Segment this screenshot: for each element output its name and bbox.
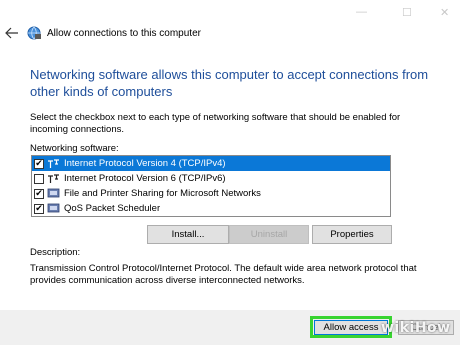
uninstall-button[interactable]: Uninstall [229, 225, 309, 244]
list-item[interactable]: ✔ Internet Protocol Version 4 (TCP/IPv4) [32, 156, 390, 171]
networking-software-label: Networking software: [30, 143, 119, 154]
list-item-label: File and Printer Sharing for Microsoft N… [64, 188, 261, 199]
instruction-text: Select the checkbox next to each type of… [30, 112, 401, 135]
list-item-label: Internet Protocol Version 4 (TCP/IPv4) [64, 158, 226, 169]
protocol-icon [48, 159, 59, 168]
checked-checkbox[interactable]: ✔ [34, 188, 44, 199]
unchecked-checkbox[interactable] [34, 173, 44, 184]
page-heading: Networking software allows this computer… [30, 67, 429, 99]
service-icon [47, 188, 60, 198]
protocol-icon [48, 174, 59, 183]
properties-button[interactable]: Properties [312, 225, 392, 244]
networking-software-list[interactable]: ✔ Internet Protocol Version 4 (TCP/IPv4) I… [31, 155, 391, 217]
checked-checkbox[interactable]: ✔ [34, 158, 44, 169]
list-item[interactable]: ✔ QoS Packet Scheduler [32, 201, 390, 216]
description-text: Transmission Control Protocol/Internet P… [30, 263, 417, 286]
install-button[interactable]: Install... [147, 225, 229, 244]
list-item-label: QoS Packet Scheduler [64, 203, 161, 214]
list-item[interactable]: ✔ File and Printer Sharing for Microsoft … [32, 186, 390, 201]
window-title: Allow connections to this computer [47, 28, 201, 39]
close-button[interactable]: ✕ [440, 6, 449, 19]
maximize-button[interactable]: ☐ [402, 6, 412, 19]
description-label: Description: [30, 247, 81, 258]
allow-access-button[interactable]: Allow access [314, 320, 388, 335]
list-item-label: Internet Protocol Version 6 (TCP/IPv6) [64, 173, 226, 184]
service-icon [47, 203, 60, 213]
minimize-button[interactable]: — [356, 6, 367, 18]
wikihow-watermark: wikiHow [381, 320, 451, 336]
checked-checkbox[interactable]: ✔ [34, 203, 44, 214]
network-globe-icon [27, 26, 41, 40]
back-arrow-icon[interactable] [5, 26, 19, 40]
list-item[interactable]: Internet Protocol Version 6 (TCP/IPv6) [32, 171, 390, 186]
title-bar: Allow connections to this computer — ☐ ✕ [0, 0, 460, 60]
